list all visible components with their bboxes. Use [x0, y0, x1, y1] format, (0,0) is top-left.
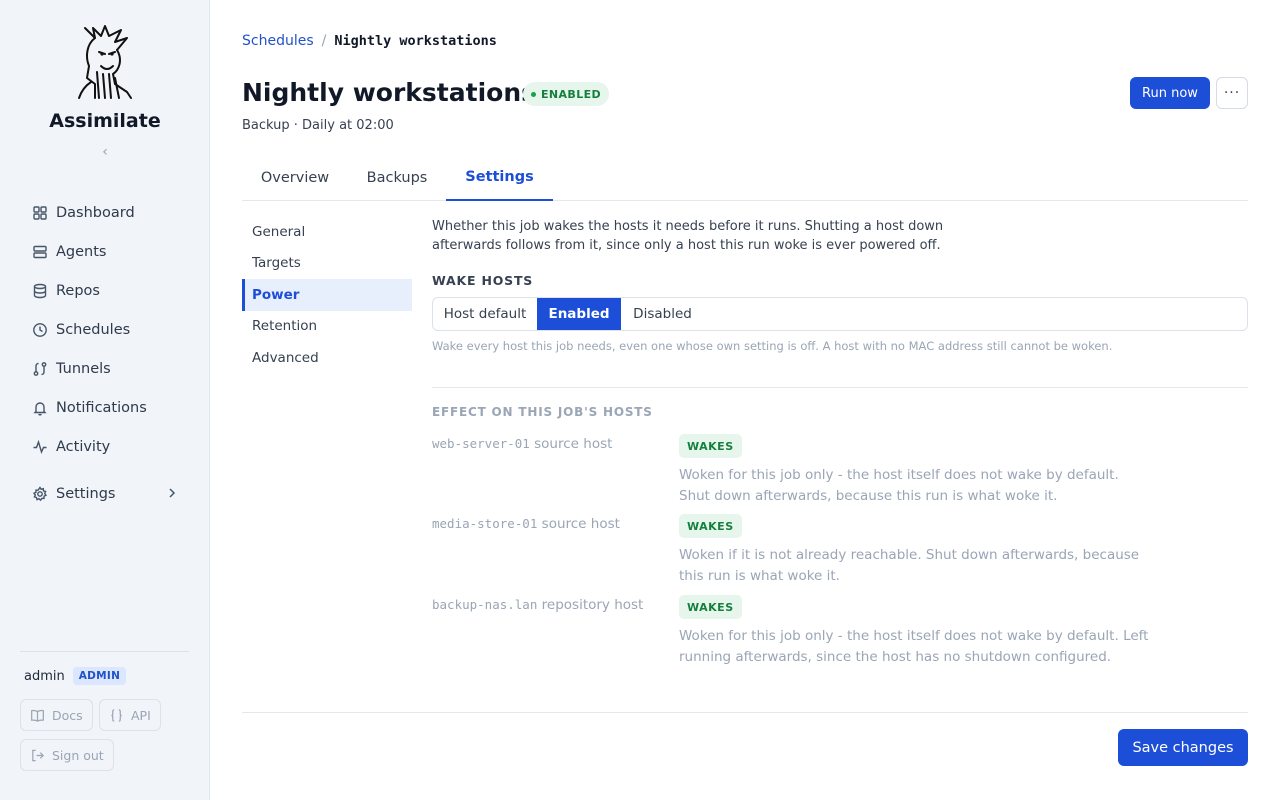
tab-backups[interactable]: Backups — [352, 155, 442, 201]
status-label: ENABLED — [541, 87, 602, 101]
sidebar-divider — [20, 651, 189, 652]
logout-icon — [30, 748, 45, 763]
server-icon — [32, 244, 48, 260]
role-badge: ADMIN — [72, 667, 127, 685]
sidebar-item-label: Agents — [56, 243, 107, 260]
sidebar-item-label: Schedules — [56, 321, 131, 338]
host-role: repository host — [541, 597, 644, 613]
status-dot-icon — [531, 91, 536, 97]
sidebar-item-repos[interactable]: Repos — [20, 271, 192, 310]
tab-bar: Overview Backups Settings — [242, 155, 1248, 201]
sidebar-item-schedules[interactable]: Schedules — [20, 310, 192, 349]
host-name: web-server-01 source host — [432, 436, 612, 452]
host-id: web-server-01 — [432, 436, 530, 451]
breadcrumb-schedules-link[interactable]: Schedules — [242, 33, 314, 49]
sidebar-nav: Dashboard Agents Repos Schedules Tunnels… — [20, 193, 192, 513]
sidebar-item-dashboard[interactable]: Dashboard — [20, 193, 192, 232]
host-role: source host — [541, 516, 620, 532]
page-title: Nightly workstations — [242, 78, 537, 107]
host-name: backup-nas.lan repository host — [432, 597, 643, 613]
host-effect-description: Woken for this job only - the host itsel… — [679, 628, 1149, 665]
breadcrumb-current: Nightly workstations — [334, 33, 497, 49]
status-badge: ENABLED — [523, 82, 610, 106]
wake-option-enabled[interactable]: Enabled — [537, 298, 621, 330]
docs-label: Docs — [52, 707, 83, 723]
sidebar-item-label: Notifications — [56, 399, 147, 416]
wakes-badge: WAKES — [679, 514, 742, 538]
wakes-badge: WAKES — [679, 595, 742, 619]
power-description: Whether this job wakes the hosts it need… — [432, 219, 944, 253]
collapse-sidebar-button[interactable]: ‹ — [98, 144, 112, 162]
user-info: admin ADMIN — [24, 667, 127, 685]
chevron-right-icon — [166, 486, 178, 500]
breadcrumb: Schedules / Nightly workstations — [242, 33, 497, 49]
subnav-item-power[interactable]: Power — [242, 279, 412, 311]
braces-icon — [109, 708, 124, 723]
grid-icon — [32, 205, 48, 221]
host-id: backup-nas.lan — [432, 597, 538, 612]
sidebar-item-label: Activity — [56, 438, 111, 455]
effect-section-label: EFFECT ON THIS JOB'S HOSTS — [432, 405, 653, 419]
page-subtitle: Backup · Daily at 02:00 — [242, 118, 394, 133]
host-effect-description: Woken for this job only - the host itsel… — [679, 467, 1119, 504]
host-effect-description: Woken if it is not already reachable. Sh… — [679, 547, 1140, 584]
footer-divider — [242, 712, 1248, 713]
sidebar-item-label: Settings — [56, 485, 116, 502]
database-icon — [32, 283, 48, 299]
subnav-item-targets[interactable]: Targets — [242, 248, 412, 280]
gear-icon — [32, 485, 48, 502]
subnav-item-general[interactable]: General — [242, 216, 412, 248]
logo-icon — [78, 25, 132, 99]
settings-subnav: General Targets Power Retention Advanced — [242, 216, 412, 374]
run-now-button[interactable]: Run now — [1130, 77, 1210, 109]
route-icon — [32, 361, 48, 377]
wake-hosts-hint: Wake every host this job needs, even one… — [432, 339, 1113, 353]
sidebar-item-notifications[interactable]: Notifications — [20, 388, 192, 427]
sign-out-button[interactable]: Sign out — [20, 739, 114, 771]
sidebar-item-activity[interactable]: Activity — [20, 427, 192, 466]
subnav-item-retention[interactable]: Retention — [242, 311, 412, 343]
breadcrumb-separator: / — [321, 33, 327, 49]
sidebar-item-settings[interactable]: Settings — [20, 474, 192, 513]
username: admin — [24, 668, 65, 684]
sidebar: Assimilate ‹ Dashboard Agents Repos Sche… — [0, 0, 210, 800]
sidebar-item-label: Tunnels — [56, 360, 111, 377]
section-divider — [432, 387, 1248, 388]
activity-icon — [32, 439, 48, 455]
host-name: media-store-01 source host — [432, 516, 620, 532]
tab-settings[interactable]: Settings — [446, 155, 553, 201]
tab-overview[interactable]: Overview — [242, 155, 348, 201]
docs-button[interactable]: Docs — [20, 699, 93, 731]
brand-name: Assimilate — [49, 110, 161, 132]
wake-hosts-segmented-control: Host default Enabled Disabled — [432, 297, 1248, 331]
book-icon — [30, 708, 45, 723]
sign-out-label: Sign out — [52, 747, 104, 763]
save-changes-button[interactable]: Save changes — [1118, 729, 1248, 766]
bell-icon — [32, 400, 48, 416]
wakes-badge: WAKES — [679, 434, 742, 458]
api-button[interactable]: API — [99, 699, 161, 731]
wake-option-disabled[interactable]: Disabled — [621, 298, 704, 330]
subnav-item-advanced[interactable]: Advanced — [242, 342, 412, 374]
host-role: source host — [534, 436, 613, 452]
clock-icon — [32, 322, 48, 338]
wake-option-host-default[interactable]: Host default — [433, 298, 537, 330]
sidebar-item-agents[interactable]: Agents — [20, 232, 192, 271]
api-label: API — [131, 707, 151, 723]
sidebar-item-label: Dashboard — [56, 204, 135, 221]
wake-hosts-label: WAKE HOSTS — [432, 273, 534, 288]
more-actions-button[interactable]: ··· — [1216, 77, 1248, 109]
host-id: media-store-01 — [432, 516, 538, 531]
sidebar-item-tunnels[interactable]: Tunnels — [20, 349, 192, 388]
sidebar-item-label: Repos — [56, 282, 100, 299]
